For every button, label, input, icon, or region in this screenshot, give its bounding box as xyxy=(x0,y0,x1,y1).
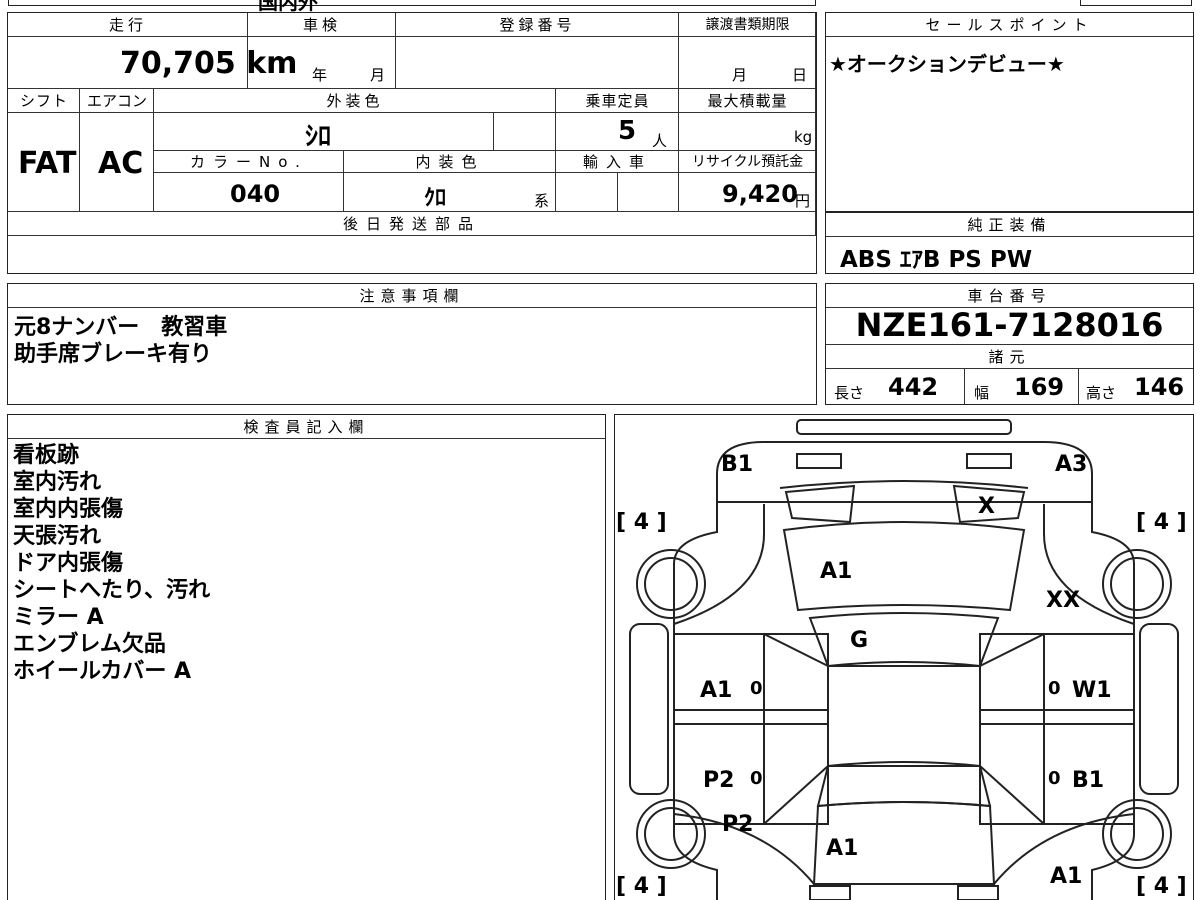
colorno-label: カラーNo. xyxy=(190,153,308,171)
top-right-fragment xyxy=(1080,0,1192,6)
mark-door-zero: 0 xyxy=(750,678,763,699)
mark-front-right-corner: A3 xyxy=(1055,452,1088,477)
sales-point-label: セールスポイント xyxy=(826,13,1193,37)
exterior-extra-cell xyxy=(494,113,556,151)
mark-front-left-door: A1 xyxy=(700,678,733,703)
car-diagram-outline xyxy=(629,419,1179,900)
width-label: 幅 xyxy=(974,384,990,402)
exterior-value: ｼﾛ xyxy=(305,122,332,152)
height-label: 高さ xyxy=(1086,384,1117,402)
mark-windshield-right: X xyxy=(978,494,995,519)
import-value-cell-b xyxy=(618,173,679,212)
recycle-unit: 円 xyxy=(795,192,811,210)
inspector-line: 室内汚れ xyxy=(13,470,102,495)
width-value: 169 xyxy=(1014,373,1065,401)
length-value: 442 xyxy=(888,373,939,401)
notes-line: 助手席ブレーキ有り xyxy=(14,342,213,367)
standard-equipment-text: ABS ｴｱB PS PW xyxy=(840,247,1033,273)
import-value-cell-a xyxy=(556,173,618,212)
inspector-line: 室内内張傷 xyxy=(13,497,124,522)
mark-front-right-door: W1 xyxy=(1072,678,1112,703)
maxload-unit: kg xyxy=(794,128,813,146)
inspector-line: ドア内張傷 xyxy=(13,551,124,576)
sales-point-box xyxy=(825,12,1194,212)
inspection-label: 車検 xyxy=(302,16,341,34)
mark-rear-left-fender: P2 xyxy=(722,812,754,837)
length-label: 長さ xyxy=(834,384,865,402)
mileage-label: 走行 xyxy=(108,16,147,34)
mark-front-left-corner: B1 xyxy=(721,452,754,477)
tire-rear-right-depth: [ 4 ] xyxy=(1136,874,1187,899)
chassis-label: 車台番号 xyxy=(826,284,1193,308)
later-parts-label: 後日発送部品 xyxy=(342,215,481,233)
inspector-line: ミラー A xyxy=(13,605,104,630)
recycle-value: 9,420 xyxy=(722,180,798,208)
mark-rear-right-corner: A1 xyxy=(1050,864,1083,889)
notes-lines: 元8ナンバー 教習車 助手席ブレーキ有り xyxy=(14,314,227,368)
interior-value-cell xyxy=(344,173,556,212)
mark-rear-left-door: P2 xyxy=(703,768,735,793)
mark-door-zero: 0 xyxy=(1048,768,1061,789)
exterior-label: 外装色 xyxy=(326,92,384,110)
mark-windshield: G xyxy=(850,628,869,653)
height-value: 146 xyxy=(1134,373,1185,401)
registration-value-cell xyxy=(396,37,679,89)
notes-line: 元8ナンバー 教習車 xyxy=(14,315,228,340)
notes-label: 注意事項欄 xyxy=(8,284,816,308)
mark-hood: A1 xyxy=(820,559,853,584)
recycle-label: リサイクル預託金 xyxy=(691,154,804,170)
colorno-value: 040 xyxy=(230,180,281,208)
registration-label: 登録番号 xyxy=(499,16,576,34)
specs-divider-2 xyxy=(1078,369,1079,404)
maxload-label: 最大積載量 xyxy=(707,92,788,110)
transfer-month-label: 月 xyxy=(732,66,748,84)
mark-front-right-fender: XX xyxy=(1046,588,1080,613)
mark-rear-right-door: B1 xyxy=(1072,768,1105,793)
transfer-day-label: 日 xyxy=(792,66,808,84)
mileage-number: 70,705 xyxy=(120,46,236,81)
inspector-line: エンブレム欠品 xyxy=(13,632,166,657)
top-fragment-strip xyxy=(8,0,816,6)
shift-value: FAT xyxy=(18,146,77,181)
interior-label: 内装色 xyxy=(415,153,485,171)
transfer-label: 譲渡書類期限 xyxy=(705,17,790,33)
standard-equipment-label: 純正装備 xyxy=(826,213,1193,237)
ac-label: エアコン xyxy=(86,92,147,110)
capacity-unit: 人 xyxy=(652,132,668,150)
interior-suffix: 系 xyxy=(534,192,550,210)
chassis-value: NZE161-7128016 xyxy=(855,306,1164,344)
inspector-label: 検査員記入欄 xyxy=(8,415,605,439)
inspector-line: ホイールカバー A xyxy=(13,659,192,684)
specs-divider-1 xyxy=(964,369,965,404)
mark-door-zero: 0 xyxy=(750,768,763,789)
inspection-month-label: 月 xyxy=(370,66,386,84)
sales-point-text: ★オークションデビュー★ xyxy=(829,52,1065,76)
inspector-lines: 看板跡 室内汚れ 室内内張傷 天張汚れ ドア内張傷 シートへたり、汚れ ミラー … xyxy=(13,442,210,685)
tire-rear-left-depth: [ 4 ] xyxy=(616,874,667,899)
interior-value: ｸﾛ xyxy=(424,186,447,211)
mark-door-zero: 0 xyxy=(1048,678,1061,699)
inspector-line: 看板跡 xyxy=(13,443,80,468)
tire-front-right-depth: [ 4 ] xyxy=(1136,510,1187,535)
capacity-value: 5 xyxy=(618,116,637,146)
specs-label: 諸元 xyxy=(826,345,1193,369)
mark-trunk: A1 xyxy=(826,836,859,861)
tire-front-left-depth: [ 4 ] xyxy=(616,510,667,535)
inspector-line: 天張汚れ xyxy=(13,524,102,549)
inspection-year-label: 年 xyxy=(312,66,328,84)
inspector-line: シートへたり、汚れ xyxy=(13,578,211,603)
shift-label: シフト xyxy=(19,92,68,110)
import-label: 輸入車 xyxy=(582,153,652,171)
ac-value: AC xyxy=(98,146,144,181)
capacity-label: 乗車定員 xyxy=(585,92,650,110)
